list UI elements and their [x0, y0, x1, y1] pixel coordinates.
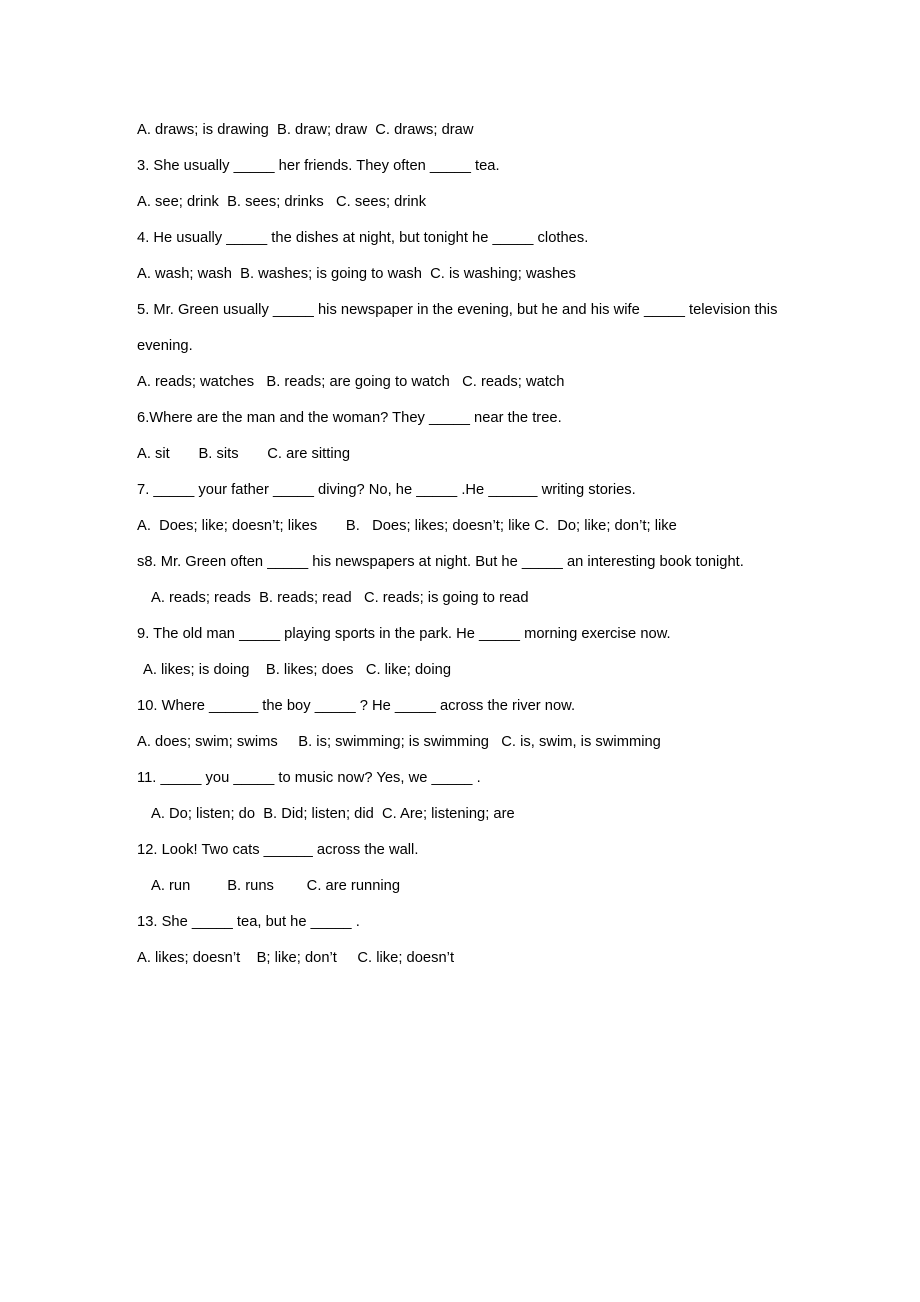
- document-page: A. draws; is drawing B. draw; draw C. dr…: [0, 0, 920, 1302]
- text-line: A. run B. runs C. are running: [151, 878, 401, 894]
- text-line: A. draws; is drawing B. draw; draw C. dr…: [137, 122, 474, 138]
- text-line: 4. He usually _____ the dishes at night,…: [137, 230, 589, 246]
- text-line: A. sit B. sits C. are sitting: [137, 446, 351, 462]
- text-line: 7. _____ your father _____ diving? No, h…: [137, 482, 636, 498]
- text-line: A. wash; wash B. washes; is going to was…: [137, 266, 576, 282]
- text-line: 12. Look! Two cats ______ across the wal…: [137, 842, 419, 858]
- text-line: A. see; drink B. sees; drinks C. sees; d…: [137, 194, 427, 210]
- text-line: A. does; swim; swims B. is; swimming; is…: [137, 734, 661, 750]
- text-line: 10. Where ______ the boy _____ ? He ____…: [137, 698, 576, 714]
- exercise-body: A. draws; is drawing B. draw; draw C. dr…: [137, 112, 785, 976]
- text-line: A. likes; doesn’t B; like; don’t C. like…: [137, 950, 455, 966]
- text-line: A. reads; watches B. reads; are going to…: [137, 374, 565, 390]
- text-line: A. likes; is doing B. likes; does C. lik…: [143, 662, 452, 678]
- text-line: 11. _____ you _____ to music now? Yes, w…: [137, 770, 481, 786]
- text-line: 9. The old man _____ playing sports in t…: [137, 626, 671, 642]
- text-line: A. Do; listen; do B. Did; listen; did C.…: [151, 806, 515, 822]
- text-line: A. reads; reads B. reads; read C. reads;…: [151, 590, 529, 606]
- text-line: A. Does; like; doesn’t; likes B. Does; l…: [137, 518, 677, 534]
- text-line: 6.Where are the man and the woman? They …: [137, 410, 562, 426]
- text-line: 5. Mr. Green usually _____ his newspaper…: [137, 302, 782, 354]
- text-line: s8. Mr. Green often _____ his newspapers…: [137, 554, 744, 570]
- text-line: 3. She usually _____ her friends. They o…: [137, 158, 500, 174]
- text-line: 13. She _____ tea, but he _____ .: [137, 914, 360, 930]
